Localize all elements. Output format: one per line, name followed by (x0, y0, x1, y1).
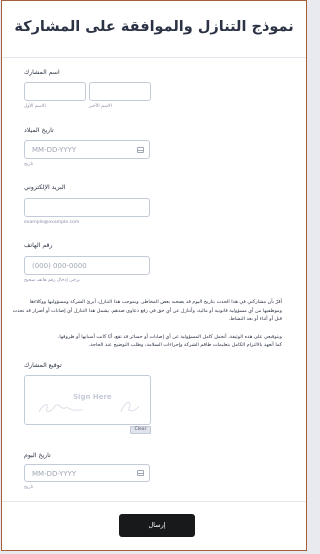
phone-input[interactable]: (000) 000-0000 (24, 256, 150, 275)
phone-sublabel: يرجى إدخال رقم هاتف صحيح (24, 278, 80, 283)
signature-label: توقيع المشارك (24, 362, 62, 369)
today-date-sublabel: تاريخ (24, 485, 34, 490)
clear-signature-button[interactable]: Clear (130, 426, 151, 434)
footer-divider (2, 501, 306, 502)
signature-pad[interactable]: Sign Here (24, 375, 151, 425)
last-name-input[interactable] (89, 82, 151, 101)
birth-date-input[interactable]: MM-DD-YYYY (24, 140, 150, 159)
birth-date-sublabel: تاريخ (24, 162, 34, 167)
today-date-label: تاريخ اليوم (24, 452, 51, 459)
waiver-paragraph-3: كما أتعهد بالالتزام الكامل بتعليمات طاقم… (88, 342, 282, 348)
first-name-sublabel: الاسم الأول (24, 104, 46, 109)
last-name-sublabel: الاسم الأخير (89, 104, 112, 109)
calendar-icon[interactable] (137, 147, 144, 153)
first-name-input[interactable] (24, 82, 86, 101)
birth-date-label: تاريخ الميلاد (24, 127, 54, 134)
form-title: نموذج التنازل والموافقة على المشاركة (14, 19, 294, 35)
email-input[interactable] (24, 198, 150, 217)
form-header: نموذج التنازل والموافقة على المشاركة (2, 1, 306, 58)
signature-hint: Sign Here (73, 393, 112, 401)
participant-name-label: اسم المشارك (24, 69, 60, 76)
email-sublabel: example@example.com (24, 220, 80, 225)
phone-label: رقم الهاتف (24, 242, 53, 249)
form-card: نموذج التنازل والموافقة على المشاركة اسم… (1, 0, 307, 551)
birth-date-placeholder: MM-DD-YYYY (32, 146, 77, 154)
phone-placeholder: (000) 000-0000 (32, 262, 87, 270)
waiver-paragraph-1: أقرّ بأن مشاركتي في هذا الحدث بتاريخ الي… (12, 299, 282, 323)
today-date-input[interactable]: MM-DD-YYYY (24, 464, 150, 482)
today-date-placeholder: MM-DD-YYYY (32, 470, 77, 478)
submit-button[interactable]: إرسال (119, 514, 195, 537)
email-label: البريد الإلكتروني (24, 184, 66, 191)
calendar-icon[interactable] (137, 470, 144, 476)
